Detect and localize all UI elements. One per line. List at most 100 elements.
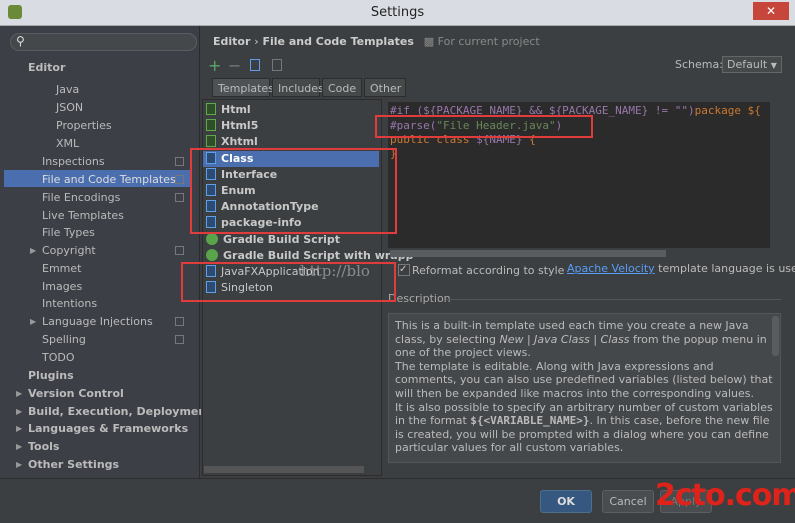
tab-code[interactable]: Code — [322, 78, 362, 97]
sidebar-item-intentions[interactable]: Intentions — [42, 295, 97, 312]
add-icon[interactable]: + — [208, 56, 221, 75]
sidebar-item-label: Languages & Frameworks — [28, 422, 189, 435]
scope-label: ▩ For current project — [423, 35, 540, 48]
file-template-icon — [206, 135, 216, 148]
sidebar-item-label: Live Templates — [42, 209, 124, 222]
sidebar-item-label: File and Code Templates — [42, 173, 176, 186]
cancel-button[interactable]: Cancel — [602, 490, 654, 513]
expand-arrow-icon[interactable]: ▶ — [16, 456, 22, 473]
sidebar-item-languages-frameworks[interactable]: ▶ Languages & Frameworks — [16, 420, 189, 437]
project-scope-icon — [175, 246, 184, 255]
schema-dropdown[interactable]: Default ▼ — [722, 56, 782, 73]
sidebar-item-label: XML — [56, 137, 80, 150]
expand-arrow-icon[interactable]: ▶ — [16, 385, 22, 402]
list-horizontal-scrollbar[interactable] — [204, 466, 364, 473]
velocity-text: template language is used — [654, 262, 795, 275]
tab-includes[interactable]: Includes — [272, 78, 324, 97]
sidebar-item-other-settings[interactable]: ▶ Other Settings — [16, 456, 120, 473]
sidebar-item-build-execution-deployment[interactable]: ▶ Build, Execution, Deployment — [16, 403, 212, 420]
gradle-icon — [206, 248, 218, 261]
divider — [446, 299, 781, 300]
sidebar-item-label: Tools — [28, 440, 60, 453]
chevron-down-icon: ▼ — [770, 61, 777, 70]
sidebar-item-label: Other Settings — [28, 458, 120, 471]
sidebar-item-file-and-code-templates[interactable]: File and Code Templates — [42, 171, 176, 188]
expand-arrow-icon[interactable]: ▶ — [30, 313, 36, 330]
sidebar-item-label: Images — [42, 280, 83, 293]
sidebar-item-live-templates[interactable]: Live Templates — [42, 207, 124, 224]
sidebar-item-version-control[interactable]: ▶ Version Control — [16, 385, 124, 402]
editor-horizontal-scrollbar[interactable] — [390, 250, 666, 257]
sidebar-item-label: Properties — [56, 119, 112, 132]
project-scope-icon — [175, 175, 184, 184]
sidebar-item-spelling[interactable]: Spelling — [42, 331, 86, 348]
file-template-icon — [206, 119, 216, 132]
code-keyword: package ${ — [694, 104, 761, 117]
project-scope-icon — [175, 335, 184, 344]
sidebar-item-file-encodings[interactable]: File Encodings — [42, 189, 120, 206]
ok-button[interactable]: OK — [540, 490, 592, 513]
url-watermark: http://blo — [300, 262, 370, 280]
sidebar-item-xml[interactable]: XML — [56, 135, 79, 152]
sidebar-item-file-types[interactable]: File Types — [42, 224, 95, 241]
search-input[interactable]: ⚲ — [10, 33, 197, 51]
expand-arrow-icon[interactable]: ▶ — [16, 438, 22, 455]
reset-icon[interactable] — [272, 59, 282, 71]
sidebar-item-label: Spelling — [42, 333, 86, 346]
breadcrumb-current: File and Code Templates — [262, 35, 414, 48]
sidebar-item-images[interactable]: Images — [42, 278, 82, 295]
schema-value: Default — [727, 58, 768, 71]
template-item[interactable]: Html5 — [206, 118, 258, 134]
breadcrumb: Editor › File and Code Templates ▩ For c… — [213, 35, 540, 48]
project-scope-icon — [175, 193, 184, 202]
tab-other[interactable]: Other — [364, 78, 406, 97]
sidebar-item-properties[interactable]: Properties — [56, 117, 112, 134]
sidebar-item-editor[interactable]: Editor — [28, 59, 65, 76]
sidebar-item-label: File Types — [42, 226, 95, 239]
sidebar-item-label: Build, Execution, Deployment — [28, 405, 212, 418]
project-scope-icon — [175, 157, 184, 166]
sidebar-item-label: TODO — [42, 351, 75, 364]
description-text: This is a built-in template used each ti… — [388, 313, 781, 463]
sidebar-item-plugins[interactable]: Plugins — [28, 367, 74, 384]
sidebar-item-label: Editor — [28, 61, 66, 74]
sidebar-item-label: Intentions — [42, 297, 98, 310]
description-scrollbar[interactable] — [772, 316, 779, 356]
template-label: Xhtml — [221, 135, 258, 149]
sidebar-item-tools[interactable]: ▶ Tools — [16, 438, 60, 455]
remove-icon[interactable]: − — [228, 56, 241, 75]
sidebar-item-label: Plugins — [28, 369, 74, 382]
sidebar-item-inspections[interactable]: Inspections — [42, 153, 105, 170]
search-icon: ⚲ — [16, 34, 25, 48]
sidebar-item-label: Java — [56, 83, 80, 96]
sidebar-item-language-injections[interactable]: ▶ Language Injections — [30, 313, 153, 330]
copy-icon[interactable] — [250, 59, 260, 71]
apache-velocity-link[interactable]: Apache Velocity — [567, 262, 655, 275]
close-button[interactable]: ✕ — [753, 2, 789, 20]
breadcrumb-separator: › — [254, 35, 259, 48]
expand-arrow-icon[interactable]: ▶ — [16, 403, 22, 420]
title-bar: Settings ✕ — [0, 0, 795, 26]
template-label: Html5 — [221, 119, 259, 133]
expand-arrow-icon[interactable]: ▶ — [16, 420, 22, 437]
sidebar-item-label: Version Control — [28, 387, 124, 400]
schema-label: Schema: — [675, 58, 723, 71]
sidebar-item-emmet[interactable]: Emmet — [42, 260, 81, 277]
sidebar-item-copyright[interactable]: ▶ Copyright — [30, 242, 96, 259]
tab-templates[interactable]: Templates — [212, 78, 274, 97]
sidebar-item-label: Inspections — [42, 155, 105, 168]
reformat-label: Reformat according to style — [412, 264, 565, 277]
sidebar-item-java[interactable]: Java — [56, 81, 79, 98]
sidebar-item-label: File Encodings — [42, 191, 121, 204]
reformat-checkbox[interactable]: ✓ — [398, 264, 410, 276]
breadcrumb-parent[interactable]: Editor — [213, 35, 250, 48]
sidebar-item-json[interactable]: JSON — [56, 99, 83, 116]
sidebar-item-todo[interactable]: TODO — [42, 349, 75, 366]
template-label: Gradle Build Script — [223, 232, 341, 246]
expand-arrow-icon[interactable]: ▶ — [30, 242, 36, 259]
description-label: Description — [388, 292, 451, 305]
template-item[interactable]: Html — [206, 102, 251, 118]
gradle-icon — [206, 232, 218, 245]
template-label: Html — [221, 103, 251, 116]
window-title: Settings — [370, 5, 425, 20]
